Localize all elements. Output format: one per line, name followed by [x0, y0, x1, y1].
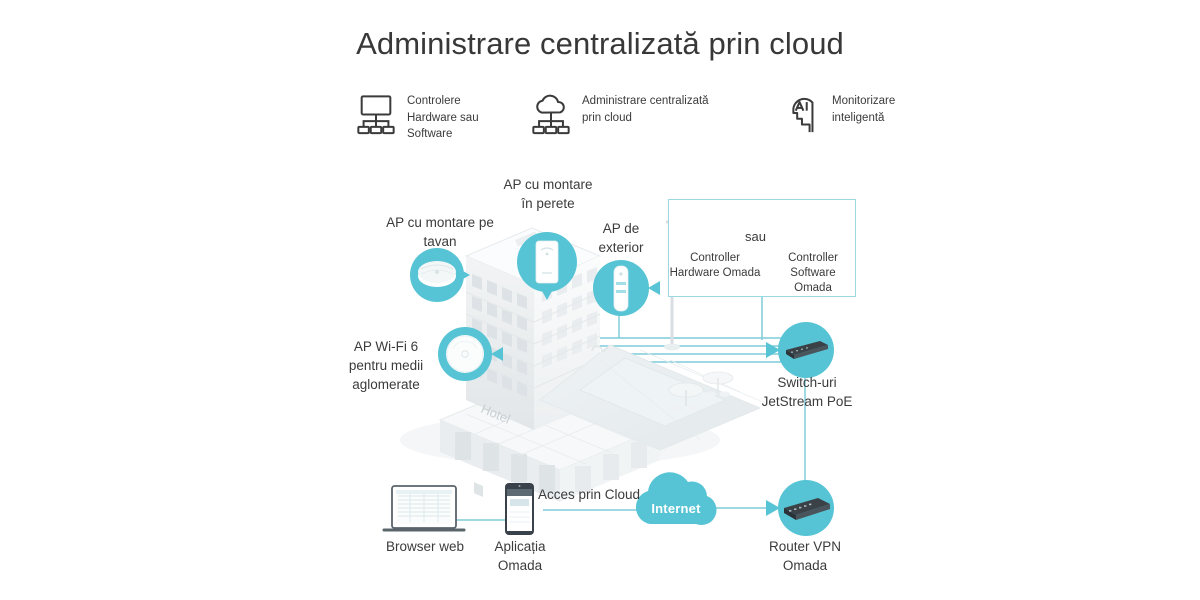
wall-ap-device — [535, 240, 559, 284]
omada-app-phone — [505, 483, 534, 535]
feature-item-cloud-management: Administrare centralizată prin cloud — [530, 92, 780, 135]
feature-item-controllers: Controlere Hardware sau Software — [355, 92, 530, 143]
callout-ceiling-ap — [410, 248, 470, 302]
ai-head-icon — [792, 97, 814, 133]
feature-label: Monitorizare inteligentă — [832, 95, 896, 124]
callout-vpn-router — [766, 480, 834, 536]
callout-switch — [766, 322, 834, 378]
label-omada-app: Aplicația Omada — [494, 539, 546, 573]
label-switches: Switch-uri JetStream PoE — [761, 375, 853, 409]
feature-label: Administrare centralizată prin cloud — [582, 95, 709, 124]
controller-or-label: sau — [745, 229, 766, 244]
label-ceiling-ap: AP cu montare pe tavan — [386, 215, 494, 249]
label-wifi6-ap: AP Wi-Fi 6 pentru medii aglomerate — [348, 339, 424, 392]
feature-item-smart-monitoring: Monitorizare inteligentă — [780, 92, 960, 135]
feature-label: Controlere Hardware sau Software — [407, 95, 479, 140]
outdoor-ap-device — [613, 265, 629, 312]
label-internet: Internet — [651, 501, 701, 516]
ceiling-ap-device — [418, 261, 456, 287]
wifi6-ap-device — [446, 335, 484, 373]
label-hardware-controller: Controller Hardware Omada — [669, 252, 761, 279]
label-outdoor-ap: AP de exterior — [598, 221, 644, 255]
page-title: Administrare centralizată prin cloud — [356, 26, 844, 61]
label-wall-ap: AP cu montare în perete — [503, 177, 593, 211]
diagram-canvas: Administrare centralizată prin cloud Con… — [0, 0, 1200, 600]
label-software-controller: Controller Software Omada — [788, 252, 838, 294]
cloud-network-icon — [532, 94, 570, 135]
callout-outdoor-ap — [593, 260, 660, 316]
feature-row: Controlere Hardware sau Software Adminis… — [355, 92, 960, 143]
label-vpn-router: Router VPN Omada — [768, 539, 842, 573]
network-illustration: Hotel — [382, 215, 846, 536]
tower-windows-left — [474, 482, 483, 498]
monitor-network-icon — [357, 95, 395, 135]
browser-laptop — [382, 485, 466, 532]
